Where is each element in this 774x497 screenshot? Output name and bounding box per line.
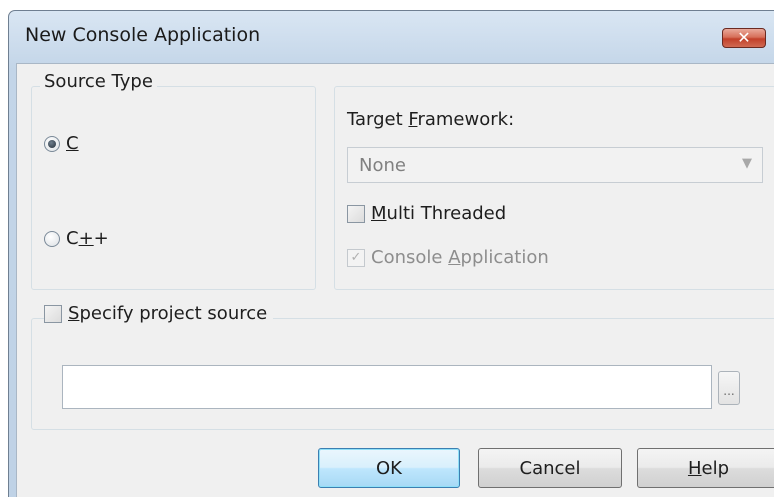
project-source-group: Specify project source ...: [31, 303, 774, 430]
target-framework-label: Target Framework:: [347, 109, 515, 130]
source-type-group: Source Type C C++: [31, 71, 316, 290]
console-application-box[interactable]: ✓: [347, 248, 365, 267]
title-bar[interactable]: New Console Application ✕: [9, 11, 774, 63]
ellipsis-icon: ...: [723, 384, 735, 398]
project-source-input[interactable]: [62, 365, 712, 409]
ok-button-label: OK: [376, 457, 402, 479]
console-application-label: Console Application: [371, 247, 549, 268]
dialog-title: New Console Application: [25, 24, 261, 46]
radio-cpp-label: C++: [66, 228, 109, 249]
cancel-button[interactable]: Cancel: [478, 448, 622, 488]
console-application-checkbox[interactable]: ✓ Console Application: [347, 247, 549, 268]
help-button[interactable]: Help: [637, 448, 774, 488]
multi-threaded-box[interactable]: [347, 204, 365, 223]
close-icon: ✕: [737, 28, 751, 47]
target-framework-value: None: [359, 155, 406, 176]
chevron-down-icon: ▼: [742, 156, 752, 171]
help-button-label: Help: [687, 457, 730, 479]
cancel-button-label: Cancel: [519, 457, 581, 479]
radio-c[interactable]: C: [44, 133, 79, 154]
specify-project-source-box[interactable]: [44, 304, 62, 323]
dialog-window: New Console Application ✕ Source Type C …: [8, 10, 774, 497]
specify-project-source-label: Specify project source: [68, 303, 268, 324]
multi-threaded-checkbox[interactable]: Multi Threaded: [347, 203, 506, 224]
target-framework-select[interactable]: None ▼: [347, 147, 763, 183]
dialog-client-area: Source Type C C++ Target Framework: None…: [16, 63, 774, 497]
specify-project-source-checkbox[interactable]: Specify project source: [44, 303, 274, 324]
radio-selected-dot: [48, 139, 56, 148]
close-button[interactable]: ✕: [722, 28, 766, 48]
radio-cpp-button[interactable]: [44, 230, 60, 247]
radio-c-button[interactable]: [44, 135, 60, 152]
radio-cpp[interactable]: C++: [44, 228, 109, 249]
radio-c-label: C: [66, 133, 79, 154]
browse-button[interactable]: ...: [718, 371, 740, 405]
checkmark-icon: ✓: [350, 250, 362, 265]
framework-group: Target Framework: None ▼ Multi Threaded …: [334, 86, 774, 290]
ok-button[interactable]: OK: [318, 448, 460, 488]
multi-threaded-label: Multi Threaded: [371, 203, 507, 224]
source-type-legend: Source Type: [40, 71, 157, 92]
